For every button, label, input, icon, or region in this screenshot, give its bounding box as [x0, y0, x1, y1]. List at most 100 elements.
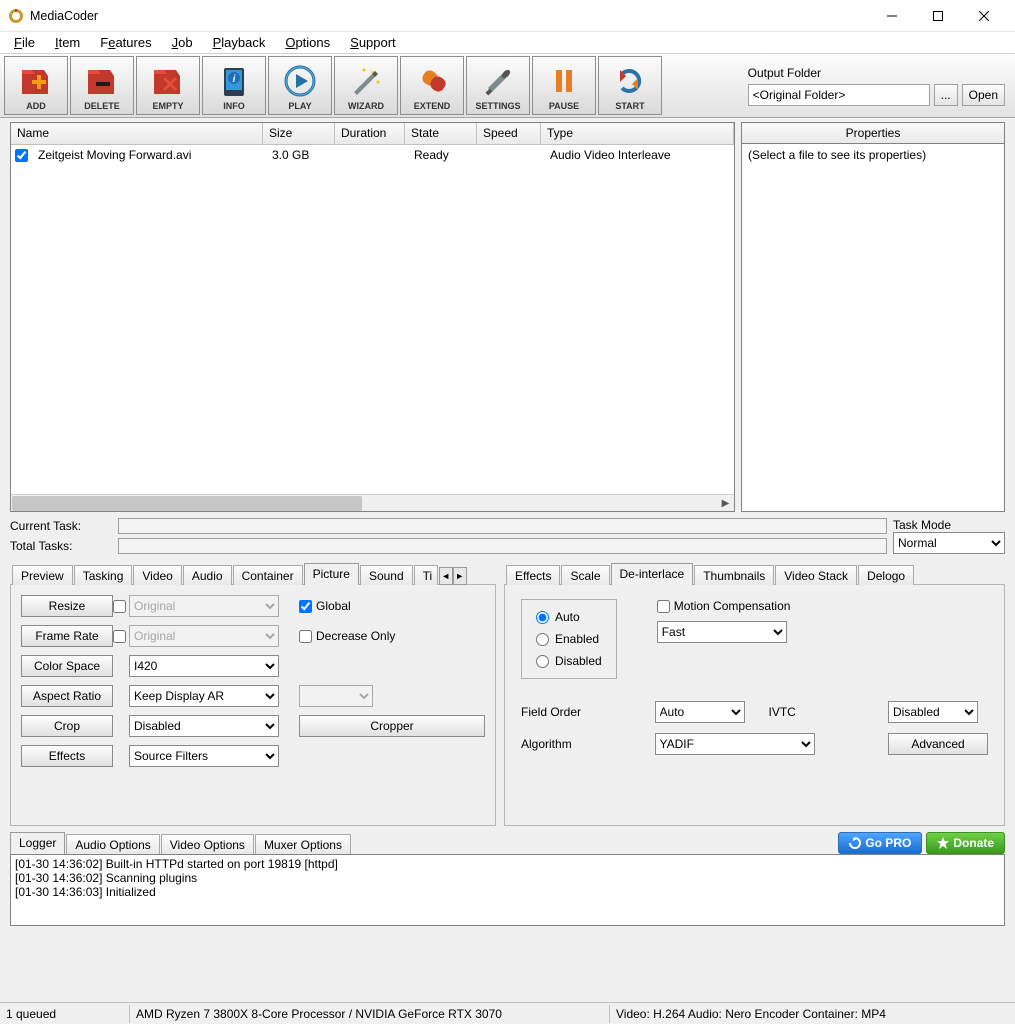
tab-video-stack[interactable]: Video Stack: [775, 565, 857, 585]
col-size[interactable]: Size: [263, 123, 335, 144]
col-state[interactable]: State: [405, 123, 477, 144]
tab-preview[interactable]: Preview: [12, 565, 73, 585]
motion-comp-check[interactable]: [657, 600, 670, 613]
radio-disabled[interactable]: Disabled: [536, 654, 602, 668]
delete-button[interactable]: DELETE: [70, 56, 134, 115]
menu-playback[interactable]: Playback: [205, 33, 274, 52]
row-checkbox[interactable]: [15, 149, 28, 162]
col-duration[interactable]: Duration: [335, 123, 405, 144]
menu-file[interactable]: File: [6, 33, 43, 52]
maximize-button[interactable]: [915, 0, 961, 32]
menu-features[interactable]: Features: [92, 33, 159, 52]
tab-video-options[interactable]: Video Options: [161, 834, 254, 854]
color-space-button[interactable]: Color Space: [21, 655, 113, 677]
log-box[interactable]: [01-30 14:36:02] Built-in HTTPd started …: [10, 854, 1005, 926]
tab-tasking[interactable]: Tasking: [74, 565, 133, 585]
app-title: MediaCoder: [30, 9, 869, 23]
frame-rate-check[interactable]: [113, 630, 126, 643]
cell-size: 3.0 GB: [266, 147, 338, 163]
total-tasks-progress: [118, 538, 887, 554]
frame-rate-button[interactable]: Frame Rate: [21, 625, 113, 647]
cell-state: Ready: [408, 147, 480, 163]
browse-button[interactable]: ...: [934, 84, 958, 106]
radio-auto[interactable]: Auto: [536, 610, 602, 624]
global-check[interactable]: [299, 600, 312, 613]
star-icon: [937, 837, 949, 849]
tab-audio[interactable]: Audio: [183, 565, 232, 585]
motion-comp-row[interactable]: Motion Compensation: [657, 599, 791, 613]
effects-select[interactable]: Source Filters: [129, 745, 279, 767]
task-mode-label: Task Mode: [893, 518, 1005, 532]
cropper-button[interactable]: Cropper: [299, 715, 485, 737]
info-button[interactable]: iINFO: [202, 56, 266, 115]
output-folder-input[interactable]: [748, 84, 930, 106]
svg-text:i: i: [233, 74, 236, 85]
aspect-ratio-select[interactable]: Keep Display AR: [129, 685, 279, 707]
play-label: PLAY: [288, 101, 311, 114]
menu-options[interactable]: Options: [277, 33, 338, 52]
decrease-only-row[interactable]: Decrease Only: [299, 629, 485, 643]
resize-check[interactable]: [113, 600, 126, 613]
crop-button[interactable]: Crop: [21, 715, 113, 737]
motion-comp-label: Motion Compensation: [674, 599, 791, 613]
menu-support[interactable]: Support: [342, 33, 404, 52]
wizard-button[interactable]: WIZARD: [334, 56, 398, 115]
tab-scroll-right[interactable]: ►: [453, 567, 467, 585]
close-button[interactable]: [961, 0, 1007, 32]
tab-scale[interactable]: Scale: [561, 565, 609, 585]
menu-item[interactable]: Item: [47, 33, 88, 52]
color-space-select[interactable]: I420: [129, 655, 279, 677]
col-name[interactable]: Name: [11, 123, 263, 144]
tab-thumbnails[interactable]: Thumbnails: [694, 565, 774, 585]
global-check-row[interactable]: Global: [299, 599, 485, 613]
extend-button[interactable]: EXTEND: [400, 56, 464, 115]
tab-scroll-left[interactable]: ◄: [439, 567, 453, 585]
log-line: [01-30 14:36:03] Initialized: [15, 885, 1000, 899]
table-row[interactable]: Zeitgeist Moving Forward.avi 3.0 GB Read…: [11, 145, 734, 165]
tab-effects[interactable]: Effects: [506, 565, 560, 585]
tab-video[interactable]: Video: [133, 565, 181, 585]
col-type[interactable]: Type: [541, 123, 734, 144]
minimize-button[interactable]: [869, 0, 915, 32]
file-list[interactable]: Name Size Duration State Speed Type Zeit…: [10, 122, 735, 512]
motion-comp-select[interactable]: Fast: [657, 621, 787, 643]
settings-button[interactable]: SETTINGS: [466, 56, 530, 115]
go-pro-button[interactable]: Go PRO: [838, 832, 922, 854]
resize-select[interactable]: Original: [129, 595, 279, 617]
tab-deinterlace[interactable]: De-interlace: [611, 563, 694, 585]
field-order-select[interactable]: Auto: [655, 701, 745, 723]
tab-audio-options[interactable]: Audio Options: [66, 834, 159, 854]
open-button[interactable]: Open: [962, 84, 1005, 106]
start-button[interactable]: START: [598, 56, 662, 115]
radio-enabled[interactable]: Enabled: [536, 632, 602, 646]
empty-button[interactable]: EMPTY: [136, 56, 200, 115]
frame-rate-select[interactable]: Original: [129, 625, 279, 647]
tab-time-truncated[interactable]: Ti: [414, 565, 438, 585]
crop-select[interactable]: Disabled: [129, 715, 279, 737]
resize-button[interactable]: Resize: [21, 595, 113, 617]
horizontal-scrollbar[interactable]: ▶: [11, 494, 734, 511]
tab-delogo[interactable]: Delogo: [858, 565, 914, 585]
tab-logger[interactable]: Logger: [10, 832, 65, 854]
empty-label: EMPTY: [152, 101, 183, 114]
col-speed[interactable]: Speed: [477, 123, 541, 144]
donate-button[interactable]: Donate: [926, 832, 1005, 854]
advanced-button[interactable]: Advanced: [888, 733, 988, 755]
tab-container[interactable]: Container: [233, 565, 303, 585]
menu-job[interactable]: Job: [164, 33, 201, 52]
effects-button[interactable]: Effects: [21, 745, 113, 767]
tab-muxer-options[interactable]: Muxer Options: [255, 834, 351, 854]
aspect-ratio-extra-select[interactable]: [299, 685, 373, 707]
pause-button[interactable]: PAUSE: [532, 56, 596, 115]
decrease-only-check[interactable]: [299, 630, 312, 643]
aspect-ratio-button[interactable]: Aspect Ratio: [21, 685, 113, 707]
algorithm-select[interactable]: YADIF: [655, 733, 815, 755]
tab-sound[interactable]: Sound: [360, 565, 413, 585]
ivtc-select[interactable]: Disabled: [888, 701, 978, 723]
task-mode-select[interactable]: Normal: [893, 532, 1005, 554]
play-button[interactable]: PLAY: [268, 56, 332, 115]
extend-label: EXTEND: [414, 101, 451, 114]
algorithm-label: Algorithm: [521, 737, 641, 751]
add-button[interactable]: ADD: [4, 56, 68, 115]
tab-picture[interactable]: Picture: [304, 563, 359, 585]
